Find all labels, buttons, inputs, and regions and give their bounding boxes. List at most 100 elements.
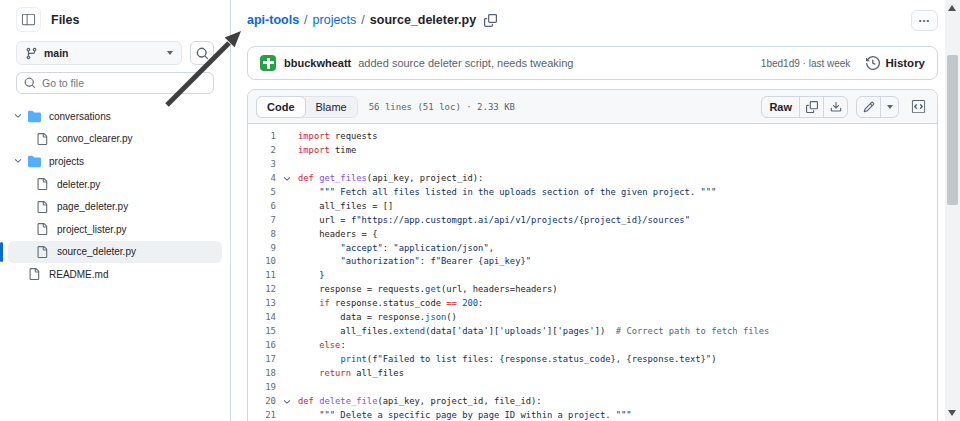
scroll-down-arrow-icon[interactable] bbox=[948, 410, 956, 416]
code-line-21: 21 """ Delete a specific page by page ID… bbox=[248, 409, 937, 421]
commit-sha-time[interactable]: 1bed1d9 · last week bbox=[761, 58, 851, 69]
fold-chevron-icon bbox=[282, 397, 292, 407]
code-line-19: 19 bbox=[248, 381, 937, 395]
line-number[interactable]: 13 bbox=[248, 297, 276, 311]
tab-code[interactable]: Code bbox=[256, 96, 306, 118]
code-text: data = response.json() bbox=[298, 311, 937, 325]
commit-author[interactable]: bbuckwheatt bbox=[284, 57, 351, 69]
code-line-1: 1 import requests bbox=[248, 130, 937, 144]
line-number[interactable]: 17 bbox=[248, 353, 276, 367]
line-number[interactable]: 3 bbox=[248, 158, 276, 172]
line-number[interactable]: 9 bbox=[248, 242, 276, 256]
chevron-down-icon bbox=[167, 51, 173, 55]
code-text bbox=[298, 158, 937, 172]
fold-spacer bbox=[276, 242, 298, 256]
fold-spacer bbox=[276, 325, 298, 339]
copy-path-button[interactable] bbox=[484, 14, 497, 27]
code-line-8: 8 headers = { bbox=[248, 228, 937, 242]
line-number[interactable]: 20 bbox=[248, 395, 276, 409]
history-clock-icon bbox=[866, 56, 880, 70]
line-number[interactable]: 15 bbox=[248, 325, 276, 339]
tree-file-README.md[interactable]: README.md bbox=[8, 263, 222, 286]
breadcrumb-repo[interactable]: api-tools bbox=[247, 13, 299, 27]
fold-spacer bbox=[276, 311, 298, 325]
tree-file-project_lister.py[interactable]: project_lister.py bbox=[8, 218, 222, 241]
fold-spacer bbox=[276, 409, 298, 421]
line-number[interactable]: 14 bbox=[248, 311, 276, 325]
code-blame-tabs: Code Blame bbox=[256, 96, 358, 118]
branch-icon bbox=[25, 47, 38, 60]
line-number[interactable]: 1 bbox=[248, 130, 276, 144]
code-text: all_files = [] bbox=[298, 200, 937, 214]
code-text: def delete_file(api_key, project_id, fil… bbox=[298, 395, 937, 409]
tree-file-convo_clearer.py[interactable]: convo_clearer.py bbox=[8, 128, 222, 151]
search-branch-button[interactable] bbox=[190, 41, 214, 65]
latest-commit-bar[interactable]: bbuckwheatt added source deleter script,… bbox=[247, 46, 938, 80]
tab-blame[interactable]: Blame bbox=[306, 101, 357, 113]
code-line-9: 9 "accept": "application/json", bbox=[248, 242, 937, 256]
fold-spacer bbox=[276, 381, 298, 395]
branch-selector[interactable]: main bbox=[16, 41, 182, 65]
code-text: return all_files bbox=[298, 367, 937, 381]
code-text: """ Fetch all files listed in the upload… bbox=[298, 186, 937, 200]
code-line-7: 7 url = f"https://app.customgpt.ai/api/v… bbox=[248, 214, 937, 228]
line-number[interactable]: 7 bbox=[248, 214, 276, 228]
fold-spacer bbox=[276, 353, 298, 367]
breadcrumb-separator: / bbox=[361, 13, 364, 27]
code-text: import requests bbox=[298, 130, 937, 144]
history-button[interactable]: History bbox=[866, 56, 925, 70]
more-options-button[interactable]: … bbox=[911, 10, 938, 31]
line-number[interactable]: 12 bbox=[248, 283, 276, 297]
fold-spacer bbox=[276, 283, 298, 297]
tree-file-deleter.py[interactable]: deleter.py bbox=[8, 173, 222, 196]
fold-spacer bbox=[276, 158, 298, 172]
edit-group bbox=[856, 96, 899, 118]
line-number[interactable]: 18 bbox=[248, 367, 276, 381]
line-number[interactable]: 16 bbox=[248, 339, 276, 353]
line-number[interactable]: 8 bbox=[248, 228, 276, 242]
file-icon bbox=[36, 178, 48, 190]
fold-toggle[interactable] bbox=[276, 395, 298, 409]
edit-dropdown-button[interactable] bbox=[880, 97, 898, 117]
line-number[interactable]: 4 bbox=[248, 172, 276, 186]
download-raw-button[interactable] bbox=[823, 97, 847, 117]
line-number[interactable]: 5 bbox=[248, 186, 276, 200]
tree-file-page_deleter.py[interactable]: page_deleter.py bbox=[8, 195, 222, 218]
tree-file-source_deleter.py[interactable]: source_deleter.py bbox=[8, 241, 222, 264]
branch-row: main bbox=[0, 41, 230, 65]
line-number[interactable]: 11 bbox=[248, 269, 276, 283]
commit-message[interactable]: added source deleter script, needs tweak… bbox=[358, 57, 573, 69]
tree-item-label: projects bbox=[49, 156, 84, 167]
breadcrumb-dir[interactable]: projects bbox=[313, 13, 357, 27]
collapse-sidebar-button[interactable] bbox=[16, 7, 41, 32]
copy-file-button[interactable] bbox=[799, 97, 823, 117]
line-number[interactable]: 6 bbox=[248, 200, 276, 214]
tree-item-label: convo_clearer.py bbox=[57, 133, 133, 144]
fold-toggle[interactable] bbox=[276, 172, 298, 186]
file-icon bbox=[36, 246, 48, 258]
line-number[interactable]: 10 bbox=[248, 255, 276, 269]
edit-file-button[interactable] bbox=[857, 97, 880, 117]
code-text: print(f"Failed to list files: {response.… bbox=[298, 353, 937, 367]
line-number[interactable]: 2 bbox=[248, 144, 276, 158]
file-icon bbox=[36, 201, 48, 213]
raw-button[interactable]: Raw bbox=[762, 97, 799, 117]
file-icon bbox=[36, 133, 48, 145]
vertical-scrollbar[interactable] bbox=[945, 0, 960, 421]
scrollbar-thumb[interactable] bbox=[947, 55, 958, 205]
line-number[interactable]: 19 bbox=[248, 381, 276, 395]
tree-folder-conversations[interactable]: conversations bbox=[8, 105, 222, 128]
symbols-panel-button[interactable] bbox=[907, 96, 929, 118]
breadcrumb-separator: / bbox=[304, 13, 307, 27]
tree-folder-projects[interactable]: projects bbox=[8, 150, 222, 173]
line-number[interactable]: 21 bbox=[248, 409, 276, 421]
copy-icon bbox=[806, 101, 818, 113]
pencil-icon bbox=[863, 101, 875, 113]
search-icon bbox=[196, 47, 209, 60]
go-to-file-input[interactable]: Go to file bbox=[16, 72, 214, 94]
scroll-up-arrow-icon[interactable] bbox=[948, 5, 956, 11]
fold-spacer bbox=[276, 269, 298, 283]
file-tree: conversations convo_clearer.py projects del… bbox=[0, 105, 230, 286]
code-text: else: bbox=[298, 339, 937, 353]
code-line-13: 13 if response.status_code == 200: bbox=[248, 297, 937, 311]
